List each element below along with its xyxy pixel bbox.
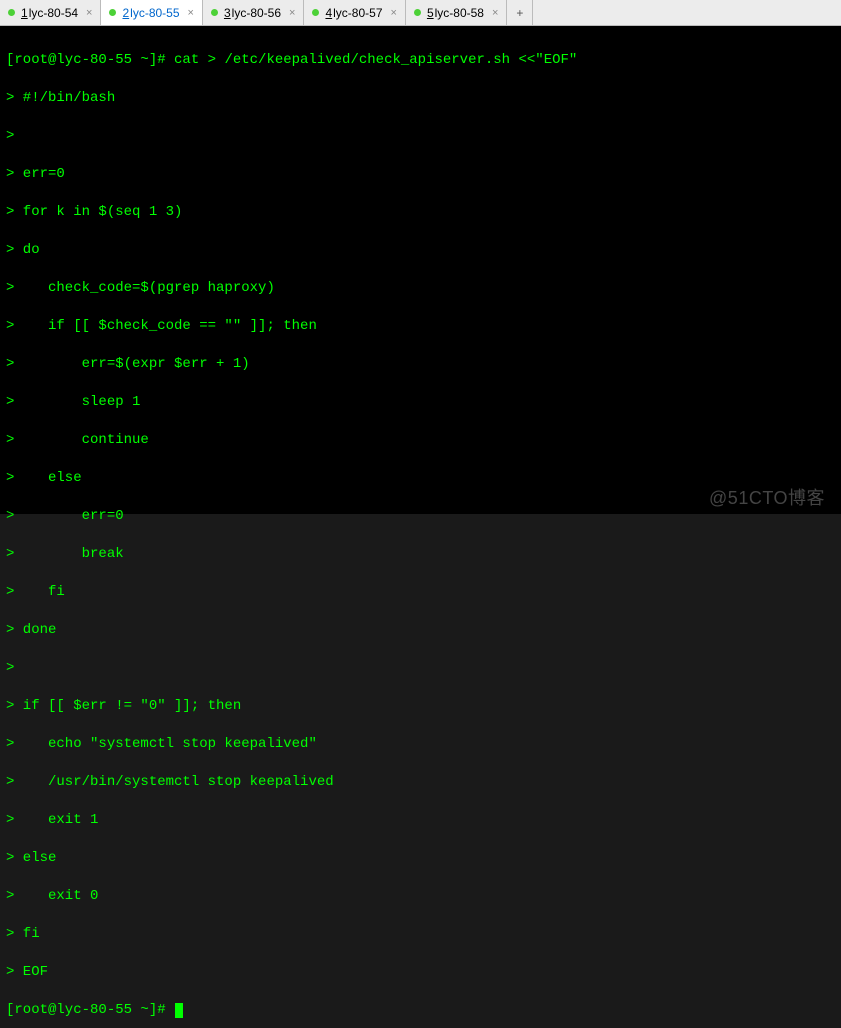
terminal-line: > err=$(expr $err + 1) bbox=[6, 355, 835, 374]
terminal-line: > if [[ $err != "0" ]]; then bbox=[6, 697, 835, 716]
terminal-line: > continue bbox=[6, 431, 835, 450]
terminal-line: > err=0 bbox=[6, 507, 835, 526]
terminal-line: > EOF bbox=[6, 963, 835, 982]
close-icon[interactable]: × bbox=[391, 7, 397, 19]
plus-icon: + bbox=[516, 6, 523, 20]
terminal-line: > else bbox=[6, 849, 835, 868]
tab-hotkey: 1 bbox=[21, 6, 28, 20]
tab-4[interactable]: 4 lyc-80-57 × bbox=[304, 0, 405, 25]
tab-label: lyc-80-56 bbox=[232, 6, 281, 20]
terminal-line: > err=0 bbox=[6, 165, 835, 184]
command-text: cat > /etc/keepalived/check_apiserver.sh… bbox=[174, 52, 577, 68]
cursor-icon bbox=[175, 1003, 183, 1018]
status-dot-icon bbox=[312, 9, 319, 16]
close-icon[interactable]: × bbox=[86, 7, 92, 19]
add-tab-button[interactable]: + bbox=[507, 0, 533, 25]
tab-5[interactable]: 5 lyc-80-58 × bbox=[406, 0, 507, 25]
prompt: [root@lyc-80-55 ~]# bbox=[6, 52, 174, 68]
tab-label: lyc-80-55 bbox=[130, 6, 179, 20]
tab-2[interactable]: 2 lyc-80-55 × bbox=[101, 0, 202, 25]
terminal-line: > /usr/bin/systemctl stop keepalived bbox=[6, 773, 835, 792]
terminal-line: > #!/bin/bash bbox=[6, 89, 835, 108]
terminal-line: [root@lyc-80-55 ~]# bbox=[6, 1001, 835, 1020]
terminal-line: > break bbox=[6, 545, 835, 564]
status-dot-icon bbox=[8, 9, 15, 16]
tab-label: lyc-80-58 bbox=[435, 6, 484, 20]
prompt: [root@lyc-80-55 ~]# bbox=[6, 1002, 174, 1018]
terminal-line: [root@lyc-80-55 ~]# cat > /etc/keepalive… bbox=[6, 51, 835, 70]
tab-hotkey: 2 bbox=[122, 6, 129, 20]
tab-bar: 1 lyc-80-54 × 2 lyc-80-55 × 3 lyc-80-56 … bbox=[0, 0, 841, 26]
terminal-line: > sleep 1 bbox=[6, 393, 835, 412]
watermark: @51CTO博客 bbox=[709, 489, 825, 508]
terminal-line: > do bbox=[6, 241, 835, 260]
terminal-line: > for k in $(seq 1 3) bbox=[6, 203, 835, 222]
terminal-pane[interactable]: [root@lyc-80-55 ~]# cat > /etc/keepalive… bbox=[0, 26, 841, 514]
terminal-line: > if [[ $check_code == "" ]]; then bbox=[6, 317, 835, 336]
close-icon[interactable]: × bbox=[492, 7, 498, 19]
tab-hotkey: 3 bbox=[224, 6, 231, 20]
status-dot-icon bbox=[414, 9, 421, 16]
terminal-line: > else bbox=[6, 469, 835, 488]
status-dot-icon bbox=[109, 9, 116, 16]
tab-hotkey: 5 bbox=[427, 6, 434, 20]
close-icon[interactable]: × bbox=[289, 7, 295, 19]
terminal-line: > fi bbox=[6, 925, 835, 944]
terminal-line: > bbox=[6, 659, 835, 678]
tab-label: lyc-80-54 bbox=[29, 6, 78, 20]
status-dot-icon bbox=[211, 9, 218, 16]
terminal-line: > exit 1 bbox=[6, 811, 835, 830]
terminal-line: > done bbox=[6, 621, 835, 640]
tab-hotkey: 4 bbox=[325, 6, 332, 20]
close-icon[interactable]: × bbox=[188, 7, 194, 19]
terminal-line: > check_code=$(pgrep haproxy) bbox=[6, 279, 835, 298]
tab-label: lyc-80-57 bbox=[333, 6, 382, 20]
terminal-line: > fi bbox=[6, 583, 835, 602]
tab-bar-spacer bbox=[533, 0, 841, 25]
tab-3[interactable]: 3 lyc-80-56 × bbox=[203, 0, 304, 25]
terminal-line: > echo "systemctl stop keepalived" bbox=[6, 735, 835, 754]
terminal-line: > bbox=[6, 127, 835, 146]
tab-1[interactable]: 1 lyc-80-54 × bbox=[0, 0, 101, 25]
terminal-line: > exit 0 bbox=[6, 887, 835, 906]
